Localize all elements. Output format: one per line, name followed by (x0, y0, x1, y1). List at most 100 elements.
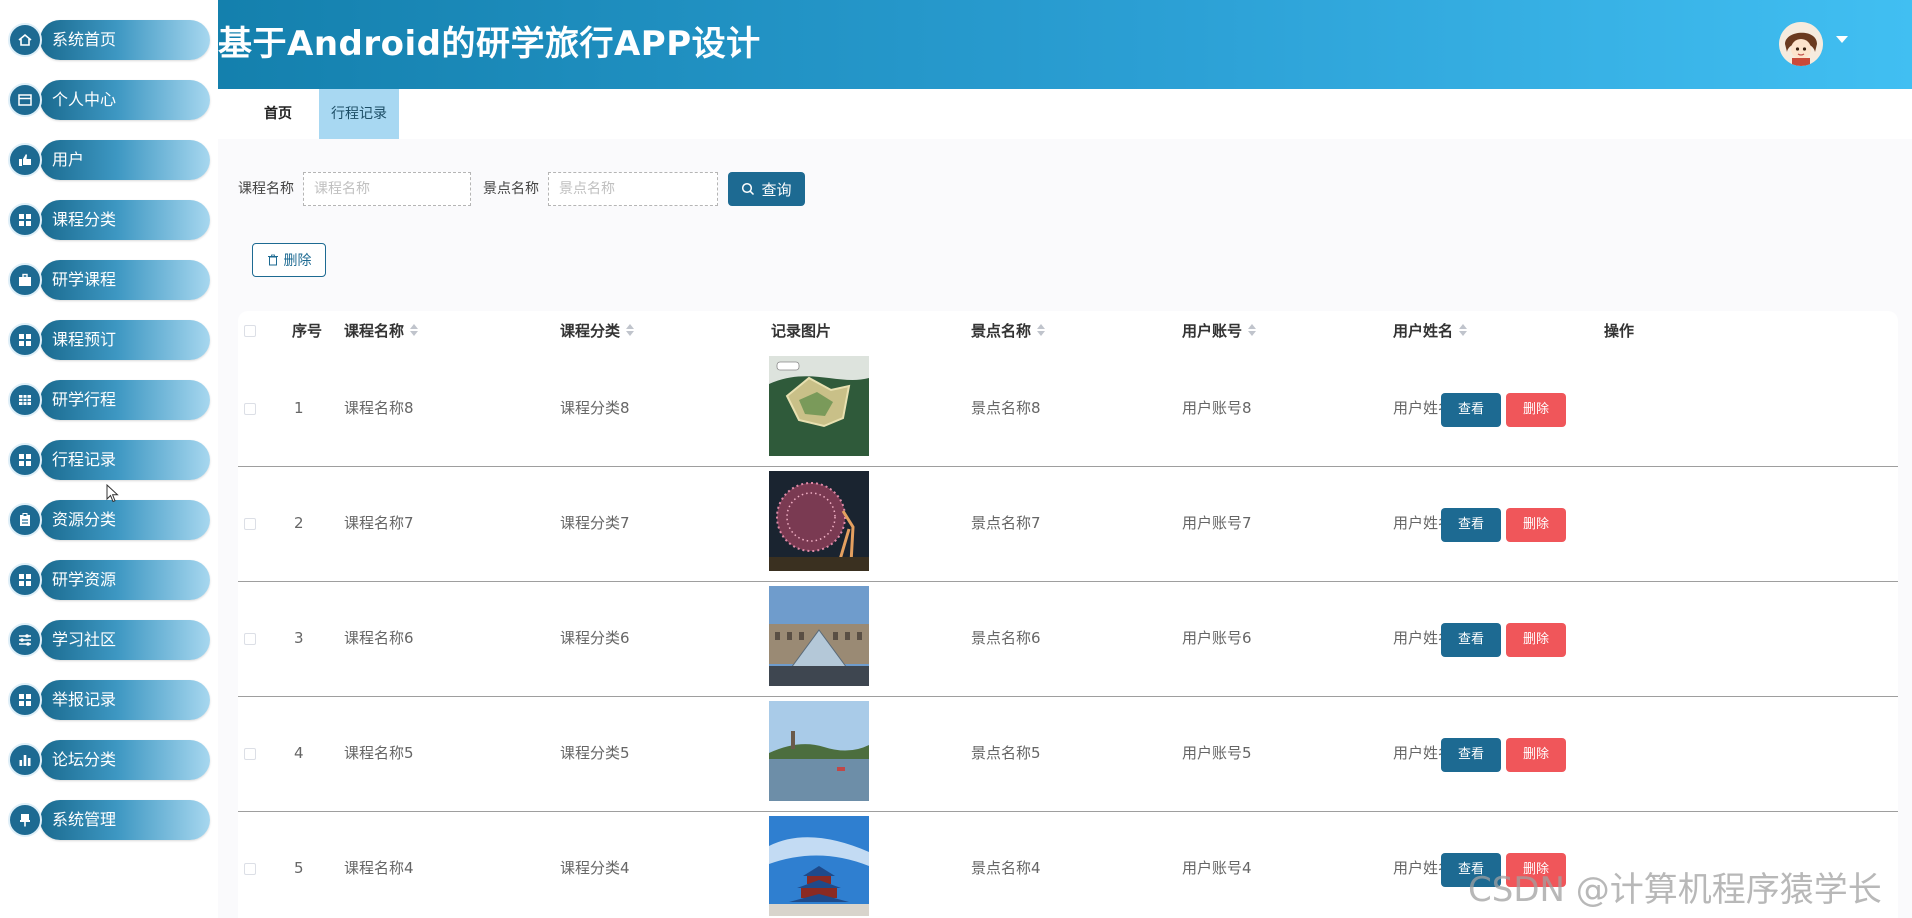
col-header-category[interactable]: 课程分类 (560, 311, 635, 351)
record-image[interactable] (769, 816, 869, 916)
query-button[interactable]: 查询 (728, 172, 805, 206)
select-all-checkbox[interactable] (244, 325, 256, 337)
cell-category: 课程分类7 (560, 514, 630, 532)
trash-icon (267, 254, 278, 266)
sort-icon[interactable] (410, 323, 419, 336)
sort-icon[interactable] (1248, 323, 1257, 336)
batch-delete-label: 删除 (283, 253, 312, 269)
home-icon (8, 23, 42, 57)
sidebar: 系统首页 个人中心 用户 课程分类 研学课程 课程预订 研学行程 行程记录 资源… (0, 0, 218, 918)
delete-button[interactable]: 删除 (1506, 623, 1566, 657)
sidebar-item-label: 研学行程 (52, 390, 117, 409)
batch-delete-button[interactable]: 删除 (252, 243, 326, 277)
delete-button[interactable]: 删除 (1506, 393, 1566, 427)
records-table: 序号 课程名称 课程分类 记录图片 景点名称 用户账号 用户姓名 操作 1 课程… (238, 311, 1898, 918)
top-header: 基于Android的研学旅行APP设计 (218, 0, 1912, 89)
sidebar-item-learning-community[interactable]: 学习社区 (8, 620, 210, 660)
course-name-input[interactable] (303, 172, 471, 206)
sidebar-item-label: 系统首页 (52, 30, 117, 49)
cell-category: 课程分类6 (560, 629, 630, 647)
sidebar-item-resource-category[interactable]: 资源分类 (8, 500, 210, 540)
col-header-actions: 操作 (1604, 322, 1635, 340)
sidebar-item-study-resources[interactable]: 研学资源 (8, 560, 210, 600)
sidebar-item-label: 研学课程 (52, 270, 117, 289)
sidebar-item-course-booking[interactable]: 课程预订 (8, 320, 210, 360)
view-button[interactable]: 查看 (1441, 623, 1501, 657)
cell-index: 2 (294, 514, 304, 532)
view-button[interactable]: 查看 (1441, 508, 1501, 542)
record-image[interactable] (769, 356, 869, 456)
search-icon (742, 182, 755, 196)
sidebar-item-users[interactable]: 用户 (8, 140, 210, 180)
col-header-course[interactable]: 课程名称 (344, 311, 419, 351)
cell-category: 课程分类5 (560, 744, 630, 762)
sidebar-item-study-course[interactable]: 研学课程 (8, 260, 210, 300)
col-header-user-name-label: 用户姓名 (1393, 322, 1454, 340)
table-row: 4 课程名称5 课程分类5 景点名称5 用户账号5 用户姓名5 查看 删除 (238, 696, 1898, 812)
app-title: 基于Android的研学旅行APP设计 (218, 24, 761, 64)
sidebar-item-forum-category[interactable]: 论坛分类 (8, 740, 210, 780)
sidebar-item-label: 学习社区 (52, 630, 117, 649)
chevron-down-icon[interactable] (1836, 36, 1848, 43)
view-button[interactable]: 查看 (1441, 738, 1501, 772)
sidebar-item-label: 论坛分类 (52, 750, 117, 769)
col-header-user-name[interactable]: 用户姓名 (1393, 311, 1468, 351)
sort-icon[interactable] (1459, 323, 1468, 336)
cell-account: 用户账号8 (1182, 399, 1252, 417)
thumb-icon (8, 143, 42, 177)
avatar-icon (1779, 22, 1823, 66)
delete-button[interactable]: 删除 (1506, 508, 1566, 542)
sidebar-item-system-management[interactable]: 系统管理 (8, 800, 210, 840)
sidebar-item-course-category[interactable]: 课程分类 (8, 200, 210, 240)
cell-category: 课程分类8 (560, 399, 630, 417)
cell-course: 课程名称6 (344, 629, 414, 647)
cell-index: 5 (294, 859, 304, 877)
sidebar-item-label: 资源分类 (52, 510, 117, 529)
spot-name-input[interactable] (548, 172, 718, 206)
course-name-label: 课程名称 (238, 181, 294, 197)
row-checkbox[interactable] (244, 518, 256, 530)
sidebar-item-profile[interactable]: 个人中心 (8, 80, 210, 120)
sort-icon[interactable] (1037, 323, 1046, 336)
sidebar-item-report-records[interactable]: 举报记录 (8, 680, 210, 720)
record-image[interactable] (769, 471, 869, 571)
sidebar-item-label: 行程记录 (52, 450, 117, 469)
record-image[interactable] (769, 701, 869, 801)
sort-icon[interactable] (626, 323, 635, 336)
cell-spot: 景点名称5 (971, 744, 1041, 762)
sidebar-item-itinerary[interactable]: 研学行程 (8, 380, 210, 420)
sidebar-item-trip-records[interactable]: 行程记录 (8, 440, 210, 480)
row-checkbox[interactable] (244, 863, 256, 875)
main-content: 课程名称 景点名称 查询 删除 序号 课程名称 课程分类 记录图片 景点名称 用… (218, 139, 1912, 918)
tab-home[interactable]: 首页 (242, 89, 314, 139)
pushpin-icon (8, 803, 42, 837)
col-header-category-label: 课程分类 (560, 322, 621, 340)
cell-spot: 景点名称8 (971, 399, 1041, 417)
col-header-account[interactable]: 用户账号 (1182, 311, 1257, 351)
sidebar-item-label: 课程预订 (52, 330, 117, 349)
spot-name-label: 景点名称 (483, 181, 539, 197)
card-icon (8, 83, 42, 117)
delete-button[interactable]: 删除 (1506, 738, 1566, 772)
view-button[interactable]: 查看 (1441, 393, 1501, 427)
tab-trip-records[interactable]: 行程记录 (319, 89, 399, 139)
row-checkbox[interactable] (244, 748, 256, 760)
avatar[interactable] (1779, 22, 1823, 66)
sliders-icon (8, 623, 42, 657)
table-row: 1 课程名称8 课程分类8 景点名称8 用户账号8 用户姓名8 查看 删除 (238, 351, 1898, 467)
col-header-spot[interactable]: 景点名称 (971, 311, 1046, 351)
grid-icon (8, 443, 42, 477)
row-checkbox[interactable] (244, 633, 256, 645)
row-checkbox[interactable] (244, 403, 256, 415)
cell-course: 课程名称7 (344, 514, 414, 532)
table-row: 3 课程名称6 课程分类6 景点名称6 用户账号6 用户姓名6 查看 删除 (238, 581, 1898, 697)
cell-account: 用户账号6 (1182, 629, 1252, 647)
cell-index: 3 (294, 629, 304, 647)
cell-spot: 景点名称6 (971, 629, 1041, 647)
sidebar-item-home[interactable]: 系统首页 (8, 20, 210, 60)
grid-icon (8, 563, 42, 597)
grid-icon (8, 203, 42, 237)
map-image (769, 356, 869, 456)
col-header-course-label: 课程名称 (344, 322, 405, 340)
record-image[interactable] (769, 586, 869, 686)
